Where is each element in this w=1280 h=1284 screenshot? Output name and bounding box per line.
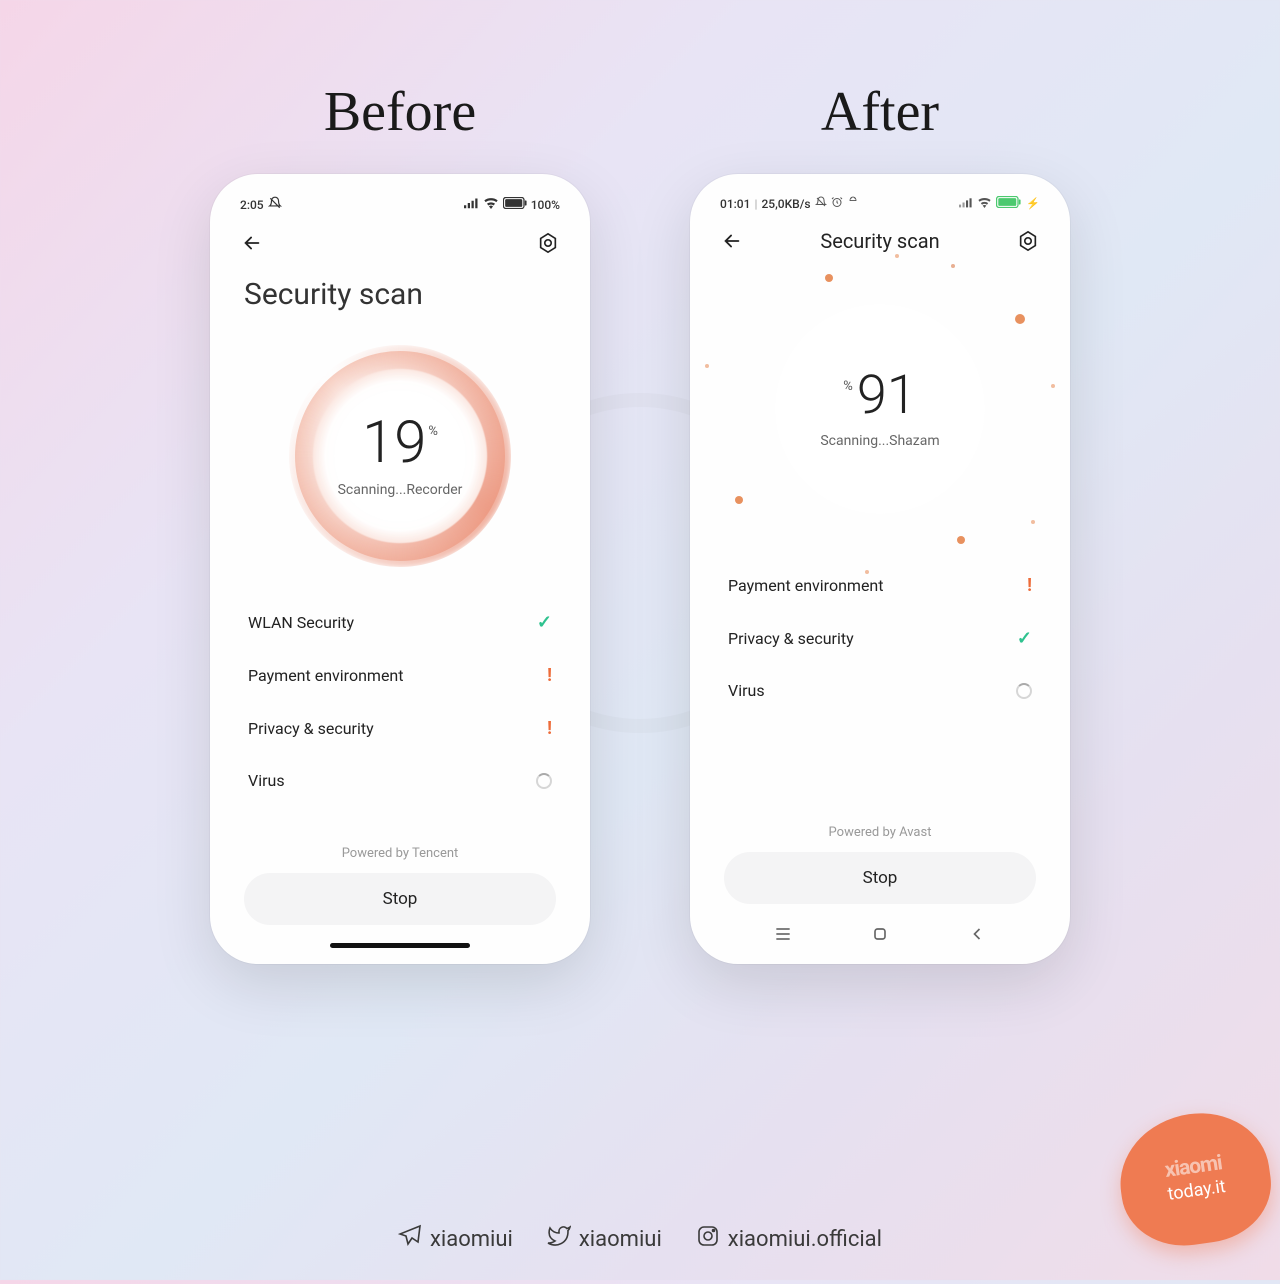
dnd-icon [268, 196, 282, 213]
signal-icon [464, 197, 479, 212]
page-title: Security scan [744, 229, 1016, 253]
scan-result-list: Payment environment ! Privacy & security… [704, 559, 1056, 716]
page-title: Security scan [224, 261, 576, 316]
warning-icon: ! [547, 665, 552, 686]
stop-button[interactable]: Stop [244, 873, 556, 925]
item-label: Payment environment [728, 576, 884, 595]
item-label: Privacy & security [728, 629, 854, 648]
battery-percent: 100% [531, 198, 560, 212]
list-item[interactable]: Privacy & security ✓ [724, 612, 1036, 665]
after-heading: After [821, 80, 939, 144]
before-column: Before 2:05 [210, 80, 590, 964]
top-bar [224, 221, 576, 261]
home-indicator[interactable] [330, 943, 470, 948]
nav-bar [704, 916, 1056, 952]
back-button[interactable] [240, 231, 264, 255]
scan-result-list: WLAN Security ✓ Payment environment ! Pr… [224, 596, 576, 806]
top-bar: Security scan [704, 219, 1056, 259]
item-label: Privacy & security [248, 719, 374, 738]
score-value: 91 [857, 369, 917, 423]
scan-animation: % 91 Scanning...Shazam [704, 259, 1056, 559]
alarm-icon [831, 196, 843, 211]
charging-icon: ⚡ [1026, 197, 1040, 210]
instagram-credit: xiaomiui.official [696, 1224, 882, 1254]
twitter-icon [547, 1224, 571, 1254]
battery-icon [996, 196, 1022, 211]
status-bar: 01:01 | 25,0KB/s [704, 192, 1056, 219]
nav-back-icon[interactable] [967, 924, 987, 948]
back-button[interactable] [720, 229, 744, 253]
scan-status-text: Scanning...Recorder [338, 482, 463, 498]
telegram-icon [398, 1224, 422, 1254]
telegram-credit: xiaomiui [398, 1224, 513, 1254]
status-time: 01:01 [720, 197, 750, 211]
android-icon [847, 196, 859, 211]
footer-credits: xiaomiui xiaomiui xiaomiui.official [0, 1224, 1280, 1254]
dnd-icon [815, 196, 827, 211]
twitter-handle: xiaomiui [579, 1227, 662, 1252]
list-item[interactable]: Virus [244, 755, 556, 806]
spinner-icon [1016, 683, 1032, 699]
score-value: 19 [362, 414, 426, 472]
powered-by-text: Powered by Avast [704, 817, 1056, 852]
warning-icon: ! [1027, 575, 1032, 596]
percent-sign: % [843, 379, 853, 394]
watermark-bottom-right: xiaomi today.it [1120, 1114, 1280, 1284]
check-icon: ✓ [1017, 628, 1032, 649]
signal-icon [959, 197, 973, 211]
scan-animation: 19 % Scanning...Recorder [224, 316, 576, 596]
list-item[interactable]: Payment environment ! [244, 649, 556, 702]
wifi-icon [483, 197, 499, 212]
wifi-icon [977, 197, 992, 211]
item-label: Payment environment [248, 666, 404, 685]
telegram-handle: xiaomiui [430, 1227, 513, 1252]
phone-before: 2:05 [210, 174, 590, 964]
list-item[interactable]: Virus [724, 665, 1036, 716]
before-heading: Before [324, 80, 476, 144]
item-label: Virus [248, 771, 285, 790]
phone-after: 01:01 | 25,0KB/s [690, 174, 1070, 964]
stop-button[interactable]: Stop [724, 852, 1036, 904]
scan-status-text: Scanning...Shazam [820, 433, 939, 449]
instagram-handle: xiaomiui.official [728, 1227, 882, 1252]
twitter-credit: xiaomiui [547, 1224, 662, 1254]
item-label: WLAN Security [248, 613, 354, 632]
percent-sign: % [428, 424, 438, 439]
settings-button[interactable] [1016, 229, 1040, 253]
warning-icon: ! [547, 718, 552, 739]
battery-icon [503, 197, 527, 212]
scan-score: % 91 [843, 369, 916, 423]
list-item[interactable]: Privacy & security ! [244, 702, 556, 755]
after-column: After 01:01 | 25,0KB/s [690, 80, 1070, 964]
status-bar: 2:05 [224, 192, 576, 221]
nav-home-icon[interactable] [870, 924, 890, 948]
instagram-icon [696, 1224, 720, 1254]
scan-score: 19 % [362, 414, 438, 472]
item-label: Virus [728, 681, 765, 700]
spinner-icon [536, 773, 552, 789]
settings-button[interactable] [536, 231, 560, 255]
list-item[interactable]: Payment environment ! [724, 559, 1036, 612]
status-net: 25,0KB/s [761, 197, 810, 211]
nav-recent-icon[interactable] [773, 924, 793, 948]
powered-by-text: Powered by Tencent [224, 838, 576, 873]
comparison-container: Before 2:05 [0, 0, 1280, 1280]
check-icon: ✓ [537, 612, 552, 633]
list-item[interactable]: WLAN Security ✓ [244, 596, 556, 649]
status-time: 2:05 [240, 198, 264, 212]
